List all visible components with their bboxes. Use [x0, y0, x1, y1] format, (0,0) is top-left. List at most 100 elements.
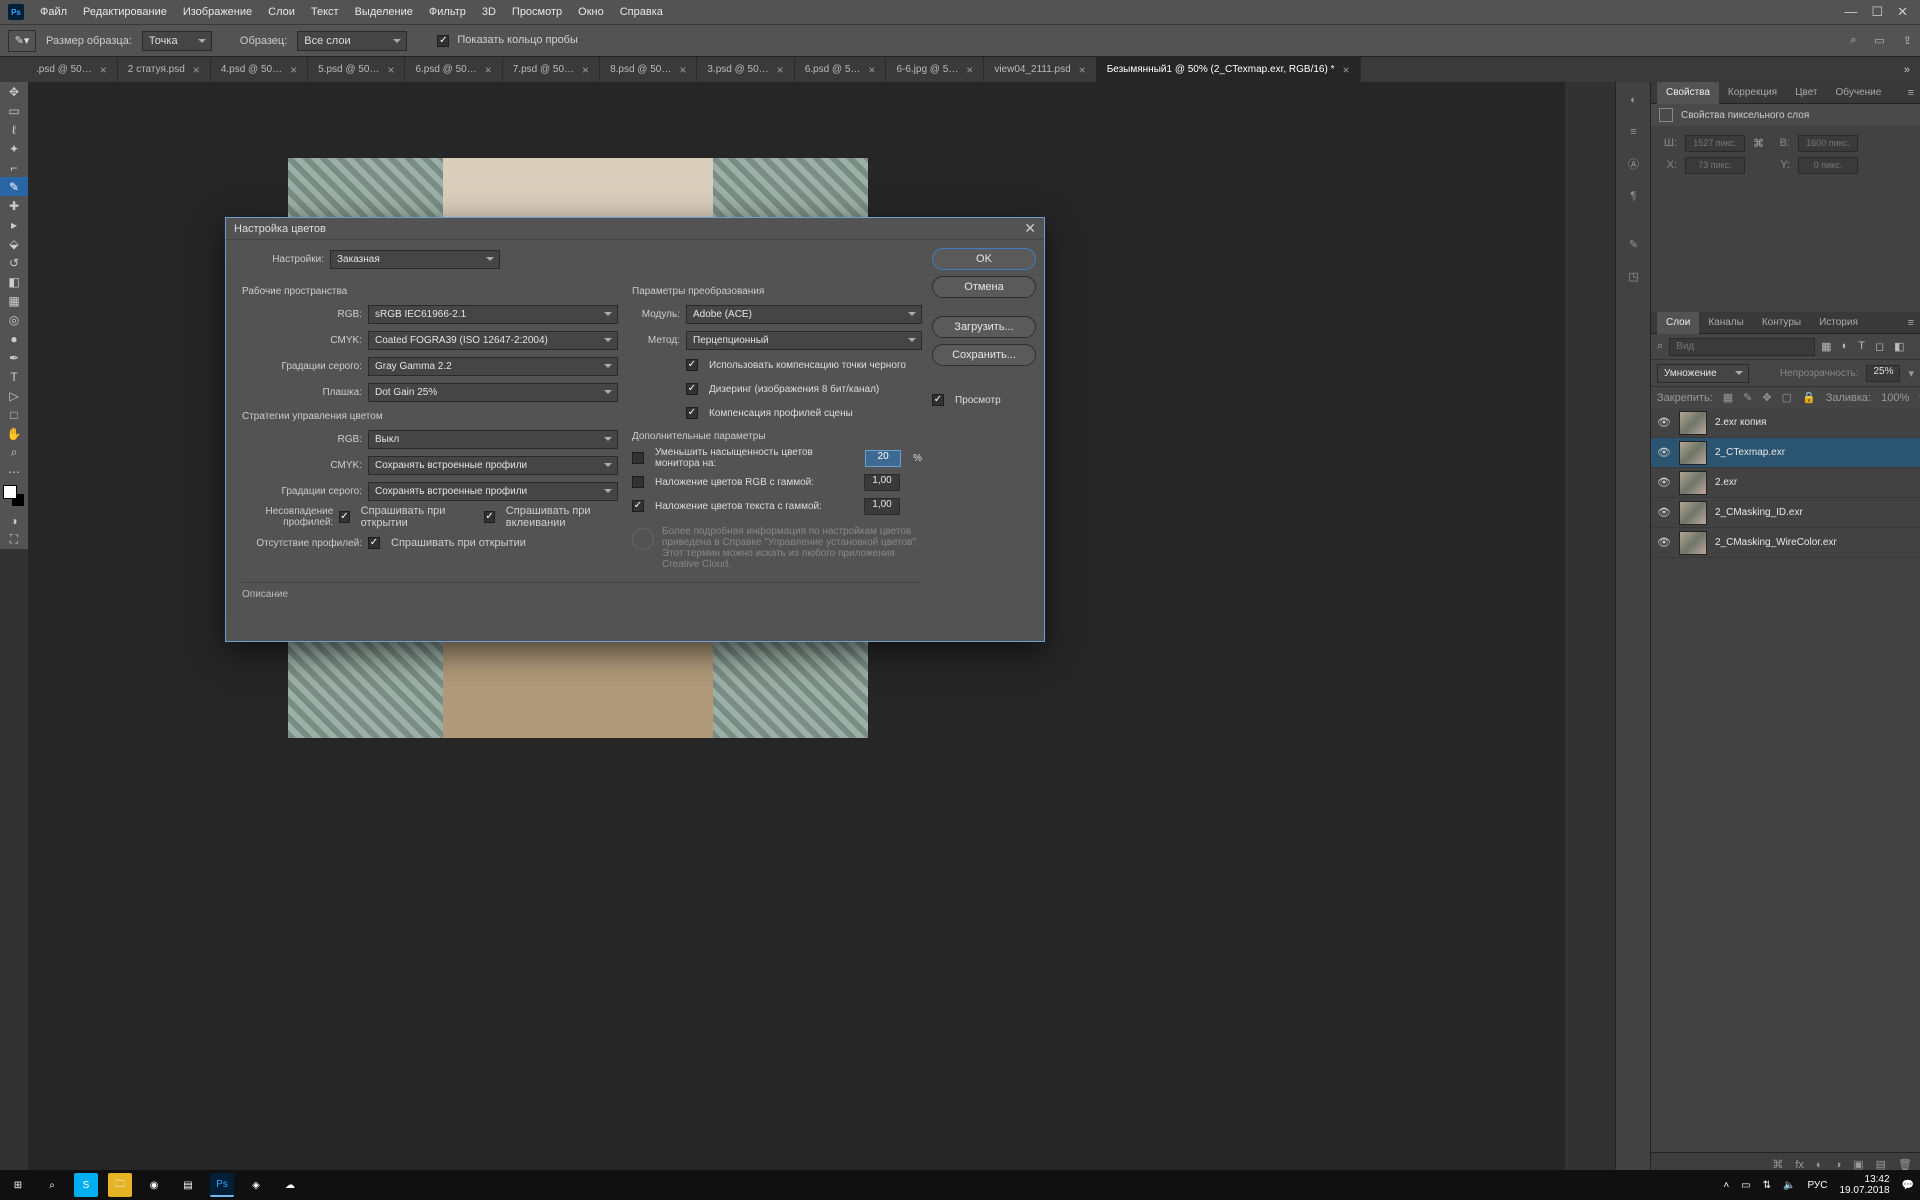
cancel-button[interactable]: Отмена — [932, 276, 1036, 298]
ws-spot-dropdown[interactable]: Dot Gain 25% — [368, 383, 618, 402]
desat-checkbox[interactable] — [632, 452, 644, 464]
ok-button[interactable]: OK — [932, 248, 1036, 270]
filter-adjust-icon[interactable]: ◐ — [1842, 340, 1849, 353]
search-taskbar-icon[interactable]: ⌕ — [40, 1173, 64, 1197]
tab-paths[interactable]: Контуры — [1753, 312, 1810, 334]
adjustment-icon[interactable]: ◑ — [1835, 1159, 1842, 1171]
mismatch-open-checkbox[interactable] — [339, 511, 349, 523]
filter-shape-icon[interactable]: ◻ — [1875, 340, 1884, 353]
history-brush-tool[interactable]: ↺ — [0, 253, 28, 272]
tray-network-icon[interactable]: ⇅ — [1763, 1180, 1771, 1191]
tab-close-icon[interactable]: × — [193, 63, 200, 77]
layer-visibility-icon[interactable]: 👁 — [1657, 536, 1671, 549]
explorer-icon[interactable]: 🗀 — [108, 1173, 132, 1197]
tray-language[interactable]: РУС — [1807, 1180, 1827, 1191]
strip-icon-3[interactable]: Ⓐ — [1616, 150, 1651, 178]
dither-checkbox[interactable] — [686, 383, 698, 395]
save-button[interactable]: Сохранить... — [932, 344, 1036, 366]
tab-close-icon[interactable]: × — [387, 63, 394, 77]
path-select-tool[interactable]: ▷ — [0, 386, 28, 405]
app-icon-2[interactable]: ◈ — [244, 1173, 268, 1197]
crop-tool[interactable]: ⌐ — [0, 158, 28, 177]
tab-close-icon[interactable]: × — [100, 63, 107, 77]
layer-row[interactable]: 👁2_CMasking_WireColor.exr — [1651, 528, 1920, 558]
dialog-titlebar[interactable]: Настройка цветов ✕ — [226, 218, 1044, 240]
lasso-tool[interactable]: ℓ — [0, 120, 28, 139]
lock-all-icon[interactable]: 🔒 — [1802, 391, 1816, 404]
tabs-overflow-icon[interactable]: » — [1894, 57, 1920, 82]
document-tab[interactable]: view04_2111.psd× — [984, 57, 1096, 82]
type-tool[interactable]: T — [0, 367, 28, 386]
pen-tool[interactable]: ✒ — [0, 348, 28, 367]
tab-layers[interactable]: Слои — [1657, 312, 1699, 334]
ws-gray-dropdown[interactable]: Gray Gamma 2.2 — [368, 357, 618, 376]
strip-icon-4[interactable]: ¶ — [1616, 182, 1651, 210]
fill-field[interactable]: 100% — [1881, 392, 1909, 404]
stamp-tool[interactable]: ⬙ — [0, 234, 28, 253]
eraser-tool[interactable]: ◧ — [0, 272, 28, 291]
app-icon-1[interactable]: ▤ — [176, 1173, 200, 1197]
strat-rgb-dropdown[interactable]: Выкл — [368, 430, 618, 449]
strat-cmyk-dropdown[interactable]: Сохранять встроенные профили — [368, 456, 618, 475]
sample-size-dropdown[interactable]: Точка — [142, 31, 212, 51]
preview-checkbox[interactable] — [932, 394, 944, 406]
tab-close-icon[interactable]: × — [868, 63, 875, 77]
ws-rgb-dropdown[interactable]: sRGB IEC61966-2.1 — [368, 305, 618, 324]
menu-edit[interactable]: Редактирование — [75, 0, 175, 24]
layer-thumbnail[interactable] — [1679, 441, 1707, 465]
screenmode-icon[interactable]: ⛶ — [0, 530, 28, 549]
tool-preset-button[interactable]: ✎▾ — [8, 30, 36, 52]
lock-pixels-icon[interactable]: ▦ — [1723, 391, 1733, 404]
app-icon-3[interactable]: ☁ — [278, 1173, 302, 1197]
tab-close-icon[interactable]: × — [679, 63, 686, 77]
tab-color[interactable]: Цвет — [1786, 82, 1826, 104]
photoshop-taskbar-icon[interactable]: Ps — [210, 1173, 234, 1197]
menu-image[interactable]: Изображение — [175, 0, 260, 24]
document-tab[interactable]: .psd @ 50…× — [26, 57, 118, 82]
lock-artboard-icon[interactable]: ▢ — [1782, 391, 1792, 404]
eyedropper-tool[interactable]: ✎ — [0, 177, 28, 196]
filter-smart-icon[interactable]: ◧ — [1894, 340, 1904, 353]
document-tab[interactable]: 2 статуя.psd× — [118, 57, 211, 82]
document-tab[interactable]: 4.psd @ 50…× — [211, 57, 308, 82]
move-tool[interactable]: ✥ — [0, 82, 28, 101]
document-tab[interactable]: 3.psd @ 50…× — [697, 57, 794, 82]
tab-adjustments[interactable]: Коррекция — [1719, 82, 1786, 104]
tab-close-icon[interactable]: × — [1342, 63, 1349, 77]
tab-history[interactable]: История — [1810, 312, 1867, 334]
y-field[interactable]: 0 пикс. — [1798, 157, 1858, 174]
blend-text-field[interactable]: 1,00 — [864, 498, 900, 515]
tray-battery-icon[interactable]: ▭ — [1741, 1180, 1750, 1191]
menu-file[interactable]: Файл — [32, 0, 75, 24]
opacity-flyout-icon[interactable]: ▾ — [1908, 367, 1914, 380]
share-icon[interactable]: ⇪ — [1903, 34, 1912, 47]
document-tab[interactable]: Безымянный1 @ 50% (2_CTexmap.exr, RGB/16… — [1097, 57, 1361, 82]
blend-rgb-checkbox[interactable] — [632, 476, 644, 488]
tab-properties[interactable]: Свойства — [1657, 82, 1719, 104]
menu-layers[interactable]: Слои — [260, 0, 303, 24]
ws-cmyk-dropdown[interactable]: Coated FOGRA39 (ISO 12647-2:2004) — [368, 331, 618, 350]
menu-view[interactable]: Просмотр — [504, 0, 570, 24]
strat-gray-dropdown[interactable]: Сохранять встроенные профили — [368, 482, 618, 501]
layer-visibility-icon[interactable]: 👁 — [1657, 476, 1671, 489]
document-tab[interactable]: 5.psd @ 50…× — [308, 57, 405, 82]
layer-filter-input[interactable] — [1669, 338, 1815, 356]
layer-thumbnail[interactable] — [1679, 411, 1707, 435]
width-field[interactable]: 1527 пикс. — [1685, 135, 1745, 152]
height-field[interactable]: 1600 пикс. — [1798, 135, 1858, 152]
tab-close-icon[interactable]: × — [485, 63, 492, 77]
document-tab[interactable]: 6.psd @ 50…× — [405, 57, 502, 82]
show-ring-option[interactable]: Показать кольцо пробы — [437, 34, 578, 46]
tab-close-icon[interactable]: × — [290, 63, 297, 77]
blur-tool[interactable]: ◎ — [0, 310, 28, 329]
menu-select[interactable]: Выделение — [347, 0, 421, 24]
document-tab[interactable]: 8.psd @ 50…× — [600, 57, 697, 82]
close-button[interactable]: ✕ — [1897, 4, 1908, 20]
strip-icon-1[interactable]: ◐ — [1616, 86, 1651, 114]
filter-icon[interactable]: ⌕ — [1657, 340, 1663, 353]
edit-toolbar[interactable]: ⋯ — [0, 462, 28, 481]
quick-select-tool[interactable]: ✦ — [0, 139, 28, 158]
strip-icon-2[interactable]: ≡ — [1616, 118, 1651, 146]
link-wh-icon[interactable]: ⌘ — [1753, 137, 1764, 150]
brush-tool[interactable]: ▸ — [0, 215, 28, 234]
